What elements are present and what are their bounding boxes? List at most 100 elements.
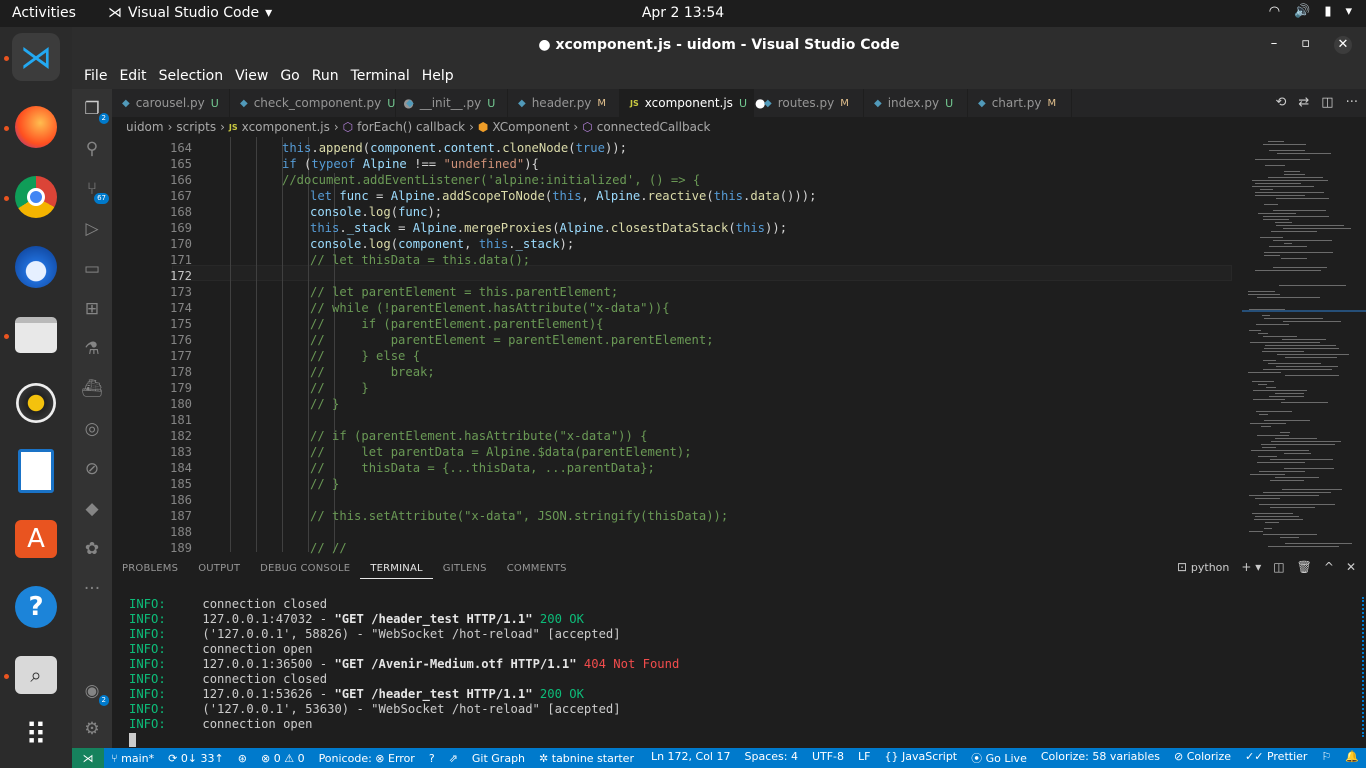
search-icon[interactable]: ⚲ [80, 137, 104, 161]
system-tray[interactable]: ◠ 🔊 ▮ ▾ [1269, 4, 1352, 19]
trash-icon[interactable]: 🗑 [1297, 560, 1312, 574]
breadcrumb-item[interactable]: uidom [126, 120, 164, 134]
close-panel-icon[interactable]: ✕ [1346, 560, 1356, 574]
indentation[interactable]: Spaces: 4 [737, 750, 804, 766]
git-graph-icon[interactable]: ⊘ [80, 457, 104, 481]
volume-icon[interactable]: 🔊 [1294, 4, 1310, 19]
menu-file[interactable]: File [78, 68, 113, 84]
docker-icon[interactable]: ⛴ [80, 377, 104, 401]
close-icon[interactable]: ✕ [1334, 36, 1352, 54]
encoding[interactable]: UTF-8 [805, 750, 851, 766]
breadcrumb-item[interactable]: connectedCallback [597, 120, 711, 134]
git-graph-status[interactable]: Git Graph [465, 752, 532, 765]
maximize-panel-icon[interactable]: ^ [1324, 560, 1334, 574]
run-debug-icon[interactable]: ▷ [80, 217, 104, 241]
window-titlebar[interactable]: ● xcomponent.js - uidom - Visual Studio … [72, 27, 1366, 63]
tabnine-status[interactable]: ✲ tabnine starter [532, 752, 641, 765]
thunderbird-icon[interactable] [12, 243, 60, 291]
chevron-down-icon[interactable]: ▾ [1345, 4, 1352, 19]
remote-indicator[interactable]: ⋊ [72, 748, 104, 768]
sync-indicator[interactable]: ⟳ 0↓ 33↑ [161, 752, 231, 765]
screenshot-icon[interactable]: ⌕ [12, 651, 60, 699]
menu-go[interactable]: Go [274, 68, 305, 84]
tab-output[interactable]: OUTPUT [188, 563, 250, 574]
gitlens-icon[interactable]: ◆ [80, 497, 104, 521]
question-icon[interactable]: ? [422, 752, 442, 765]
cursor-position[interactable]: Ln 172, Col 17 [644, 750, 738, 766]
go-live-button[interactable]: ⦿ Go Live [964, 750, 1034, 766]
breadcrumb-item[interactable]: scripts [176, 120, 216, 134]
minimap[interactable] [1242, 137, 1366, 552]
tab-problems[interactable]: PROBLEMS [112, 563, 188, 574]
breadcrumb-item[interactable]: xcomponent.js [242, 120, 330, 134]
code-editor[interactable]: 164 165 166 167 168 169 170 171 172 173 174 175 176 1… [112, 137, 1366, 555]
split-terminal-icon[interactable]: ◫ [1273, 560, 1284, 574]
maximize-icon[interactable]: ▫ [1301, 36, 1310, 54]
settings-gear-icon[interactable]: ⚙ [80, 717, 104, 741]
tab-index[interactable]: ◆ index.py U [864, 89, 968, 117]
rocket-icon[interactable]: ⇗ [442, 752, 465, 765]
terminal-scrollbar[interactable] [1358, 597, 1364, 737]
split-editor-icon[interactable]: ◫ [1321, 95, 1333, 110]
prettier-status[interactable]: ✓✓ Prettier [1238, 750, 1314, 766]
tab-debug-console[interactable]: DEBUG CONSOLE [250, 563, 360, 574]
menu-selection[interactable]: Selection [153, 68, 230, 84]
language-mode[interactable]: {} JavaScript [877, 750, 964, 766]
software-icon[interactable]: A [12, 515, 60, 563]
end-of-line[interactable]: LF [851, 750, 877, 766]
accounts-icon[interactable]: ◉ 2 [80, 679, 109, 706]
python-icon[interactable]: ✿ [80, 537, 104, 561]
tab-routes[interactable]: ◆ routes.py M [754, 89, 864, 117]
terminal-selector[interactable]: ⊡ python [1177, 560, 1229, 574]
tab-header[interactable]: ◆ header.py M [508, 89, 620, 117]
files-icon[interactable] [12, 311, 60, 359]
chrome-icon[interactable] [12, 173, 60, 221]
timeline-icon[interactable]: ⟲ [1275, 95, 1286, 110]
menu-help[interactable]: Help [416, 68, 460, 84]
testing-icon[interactable]: ⚗ [80, 337, 104, 361]
colorize-toggle[interactable]: ⊘ Colorize [1167, 750, 1238, 766]
help-icon[interactable]: ? [12, 583, 60, 631]
minimize-icon[interactable]: – [1271, 36, 1278, 54]
menu-edit[interactable]: Edit [113, 68, 152, 84]
breadcrumb-item[interactable]: forEach() callback [357, 120, 465, 134]
tab-init[interactable]: ◆ __init__.py U [396, 89, 508, 117]
tab-chart[interactable]: ◆ chart.py M [968, 89, 1072, 117]
remote-explorer-icon[interactable]: ▭ [80, 257, 104, 281]
edge-devtools-icon[interactable]: ◎ [80, 417, 104, 441]
new-terminal-icon[interactable]: + ▾ [1241, 560, 1261, 574]
colorize-variables[interactable]: Colorize: 58 variables [1034, 750, 1167, 766]
rhythmbox-icon[interactable] [12, 379, 60, 427]
source-control-icon[interactable]: ⑂ 67 [80, 177, 109, 204]
writer-icon[interactable] [12, 447, 60, 495]
compare-changes-icon[interactable]: ⇄ [1298, 95, 1309, 110]
firefox-icon[interactable] [12, 103, 60, 151]
notifications-icon[interactable]: 🔔 [1338, 750, 1366, 766]
tab-check-component[interactable]: ◆ check_component.py U ● [230, 89, 414, 117]
problems-indicator[interactable]: ⊗ 0 ⚠ 0 [254, 752, 312, 765]
terminal-output[interactable]: INFO: connection closed INFO: 127.0.0.1:4… [129, 597, 1349, 747]
menu-terminal[interactable]: Terminal [345, 68, 416, 84]
broadcast-icon[interactable]: ⊛ [231, 752, 254, 765]
tab-terminal[interactable]: TERMINAL [360, 558, 433, 579]
tab-xcomponent[interactable]: JS xcomponent.js U ● [620, 89, 765, 117]
extensions-icon[interactable]: ⊞ [80, 297, 104, 321]
branch-indicator[interactable]: ⑂ main* [104, 752, 161, 765]
more-icon[interactable]: ··· [80, 577, 104, 601]
menu-view[interactable]: View [229, 68, 274, 84]
more-actions-icon[interactable]: ··· [1346, 95, 1358, 110]
tab-carousel[interactable]: ◆ carousel.py U [112, 89, 230, 117]
wifi-icon[interactable]: ◠ [1269, 4, 1280, 19]
feedback-icon[interactable]: ⚐ [1314, 750, 1338, 766]
vscode-icon[interactable]: ⋊ [12, 33, 60, 81]
breadcrumb-item[interactable]: XComponent [492, 120, 569, 134]
menu-run[interactable]: Run [306, 68, 345, 84]
tab-gitlens[interactable]: GITLENS [433, 563, 497, 574]
apps-grid-icon[interactable]: ⠿ [12, 711, 60, 759]
clock[interactable]: Apr 2 13:54 [0, 5, 1366, 21]
battery-icon[interactable]: ▮ [1324, 4, 1331, 19]
terminal-prompt-line[interactable] [129, 732, 1349, 747]
ponicode-status[interactable]: Ponicode: ⊗ Error [312, 752, 422, 765]
tab-comments[interactable]: COMMENTS [497, 563, 577, 574]
explorer-icon[interactable]: ❐ 2 [80, 97, 109, 124]
